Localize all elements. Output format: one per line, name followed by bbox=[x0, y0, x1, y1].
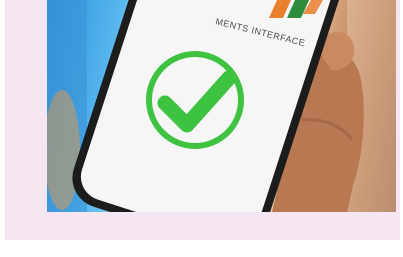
phone-photo: MENTS INTERFACE bbox=[47, 0, 396, 212]
photo-card: MENTS INTERFACE bbox=[5, 0, 400, 240]
photo-illustration: MENTS INTERFACE bbox=[47, 0, 396, 212]
